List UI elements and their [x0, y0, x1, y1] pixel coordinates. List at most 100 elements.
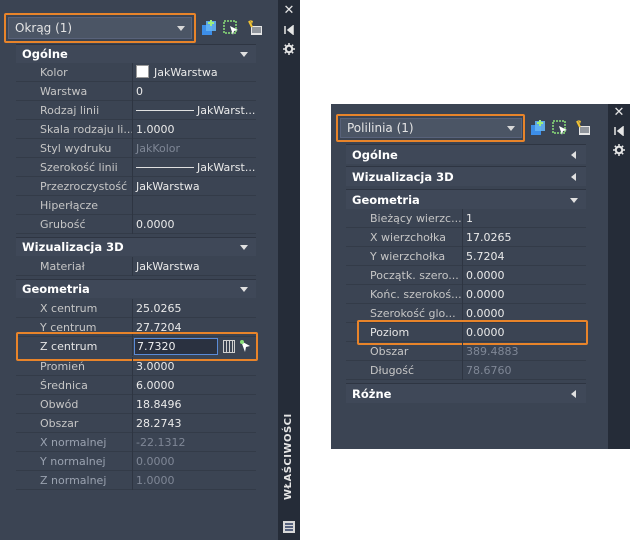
property-row[interactable]: Promień 3.0000: [16, 357, 256, 376]
toggle-pickadd-icon[interactable]: [529, 119, 547, 137]
section-header-general[interactable]: Ogólne: [16, 44, 256, 63]
property-row[interactable]: Y wierzchołka 5.7204: [346, 247, 586, 266]
section-header-general[interactable]: Ogólne: [346, 144, 586, 164]
property-label: Długość: [346, 361, 463, 380]
property-label: Początk. szero...: [346, 266, 463, 285]
selector-highlight: [4, 13, 196, 43]
properties-menu-icon[interactable]: [283, 43, 295, 55]
property-label: Średnica: [16, 376, 133, 395]
section-header-3d-visualization[interactable]: Wizualizacja 3D: [346, 166, 586, 186]
property-row[interactable]: X centrum 25.0265: [16, 299, 256, 318]
property-label: Y normalnej: [16, 452, 133, 471]
property-value[interactable]: 0: [133, 82, 256, 101]
property-row[interactable]: Średnica 6.0000: [16, 376, 256, 395]
property-row[interactable]: Przezroczystość JakWarstwa: [16, 177, 256, 196]
expand-arrow-icon[interactable]: [571, 150, 576, 159]
property-value[interactable]: 28.2743: [133, 414, 256, 433]
property-row: X normalnej -22.1312: [16, 433, 256, 452]
section-header-geometry[interactable]: Geometria: [16, 279, 256, 298]
property-label: X centrum: [16, 299, 133, 318]
property-value[interactable]: 0.0000: [463, 266, 586, 285]
auto-hide-icon[interactable]: [614, 126, 624, 136]
property-value[interactable]: 3.0000: [133, 357, 256, 376]
property-row[interactable]: Szerokość linii JakWarst...: [16, 158, 256, 177]
select-objects-icon[interactable]: [222, 19, 240, 37]
section-title: Wizualizacja 3D: [22, 240, 124, 254]
palette-title: WŁAŚCIWOŚCI: [283, 413, 294, 500]
property-label: X wierzchołka: [346, 228, 463, 247]
collapse-arrow-icon[interactable]: [570, 197, 578, 203]
section-title: Ogólne: [352, 147, 398, 162]
close-icon[interactable]: ✕: [280, 3, 298, 18]
expand-arrow-icon[interactable]: [571, 389, 576, 398]
toggle-pickadd-icon[interactable]: [200, 19, 218, 37]
property-row[interactable]: Warstwa 0: [16, 82, 256, 101]
palette-title-bar[interactable]: ✕: [608, 104, 630, 449]
property-label: Obwód: [16, 395, 133, 414]
palette-title-bar[interactable]: ✕ WŁAŚCIWOŚCI: [278, 0, 300, 540]
property-label: Styl wydruku: [16, 139, 133, 158]
property-row[interactable]: Kolor JakWarstwa: [16, 63, 256, 82]
section-header-geometry[interactable]: Geometria: [346, 189, 586, 209]
property-row[interactable]: Grubość 0.0000: [16, 215, 256, 234]
property-row[interactable]: Styl wydruku JakKolor: [16, 139, 256, 158]
collapse-arrow-icon[interactable]: [240, 52, 248, 57]
section-header-3d-visualization[interactable]: Wizualizacja 3D: [16, 237, 256, 256]
property-value[interactable]: JakWarstwa: [133, 177, 256, 196]
property-row[interactable]: Materiał JakWarstwa: [16, 257, 256, 276]
property-row[interactable]: Obszar 28.2743: [16, 414, 256, 433]
select-objects-icon[interactable]: [551, 119, 569, 137]
property-value[interactable]: 5.7204: [463, 247, 586, 266]
close-icon[interactable]: ✕: [610, 105, 628, 120]
property-row[interactable]: X wierzchołka 17.0265: [346, 228, 586, 247]
section-title: Geometria: [22, 282, 90, 296]
property-row[interactable]: Końc. szerokoś... 0.0000: [346, 285, 586, 304]
collapse-arrow-icon[interactable]: [240, 245, 248, 250]
property-value[interactable]: [133, 196, 256, 215]
property-value[interactable]: 1.0000: [133, 120, 256, 139]
properties-palette-icon[interactable]: [282, 520, 296, 534]
property-value[interactable]: 0.0000: [133, 215, 256, 234]
property-row: Y normalnej 0.0000: [16, 452, 256, 471]
property-value[interactable]: 18.8496: [133, 395, 256, 414]
property-label: Kolor: [16, 63, 133, 82]
property-value[interactable]: JakWarstwa: [133, 257, 256, 276]
property-value: JakKolor: [136, 142, 181, 155]
section-title: Geometria: [352, 192, 420, 207]
property-value: 78.6760: [466, 364, 512, 377]
properties-menu-icon[interactable]: [613, 144, 625, 156]
property-value[interactable]: JakWarst...: [133, 101, 256, 120]
property-row: Z normalnej 1.0000: [16, 471, 256, 490]
property-label: Rodzaj linii: [16, 101, 133, 120]
property-row[interactable]: Rodzaj linii JakWarst...: [16, 101, 256, 120]
expand-arrow-icon[interactable]: [571, 172, 576, 181]
property-label: Końc. szerokoś...: [346, 285, 463, 304]
section-header-misc[interactable]: Różne: [346, 383, 586, 403]
collapse-arrow-icon[interactable]: [240, 287, 248, 292]
property-value[interactable]: 6.0000: [133, 376, 256, 395]
property-label: X normalnej: [16, 433, 133, 452]
property-value[interactable]: JakWarst...: [133, 158, 256, 177]
quick-select-icon[interactable]: [574, 119, 592, 137]
property-label: Warstwa: [16, 82, 133, 101]
property-label: Obszar: [16, 414, 133, 433]
property-value[interactable]: 17.0265: [463, 228, 586, 247]
auto-hide-icon[interactable]: [284, 25, 294, 35]
property-row[interactable]: Bieżący wierzc... 1: [346, 209, 586, 228]
property-value[interactable]: 25.0265: [133, 299, 256, 318]
linetype-preview: [136, 110, 194, 111]
property-label: Grubość: [16, 215, 133, 234]
property-value[interactable]: 1: [463, 209, 586, 228]
property-label: Bieżący wierzc...: [346, 209, 463, 228]
property-label: Obszar: [346, 342, 463, 361]
property-value[interactable]: 0.0000: [463, 285, 586, 304]
quick-select-icon[interactable]: [246, 19, 264, 37]
property-label: Przezroczystość: [16, 177, 133, 196]
section-title: Różne: [352, 386, 392, 401]
property-row[interactable]: Początk. szero... 0.0000: [346, 266, 586, 285]
property-value[interactable]: JakWarstwa: [133, 63, 256, 82]
property-row[interactable]: Hiperłącze: [16, 196, 256, 215]
property-value-text: JakWarst...: [197, 161, 256, 174]
property-row[interactable]: Obwód 18.8496: [16, 395, 256, 414]
property-row[interactable]: Skala rodzaju li... 1.0000: [16, 120, 256, 139]
